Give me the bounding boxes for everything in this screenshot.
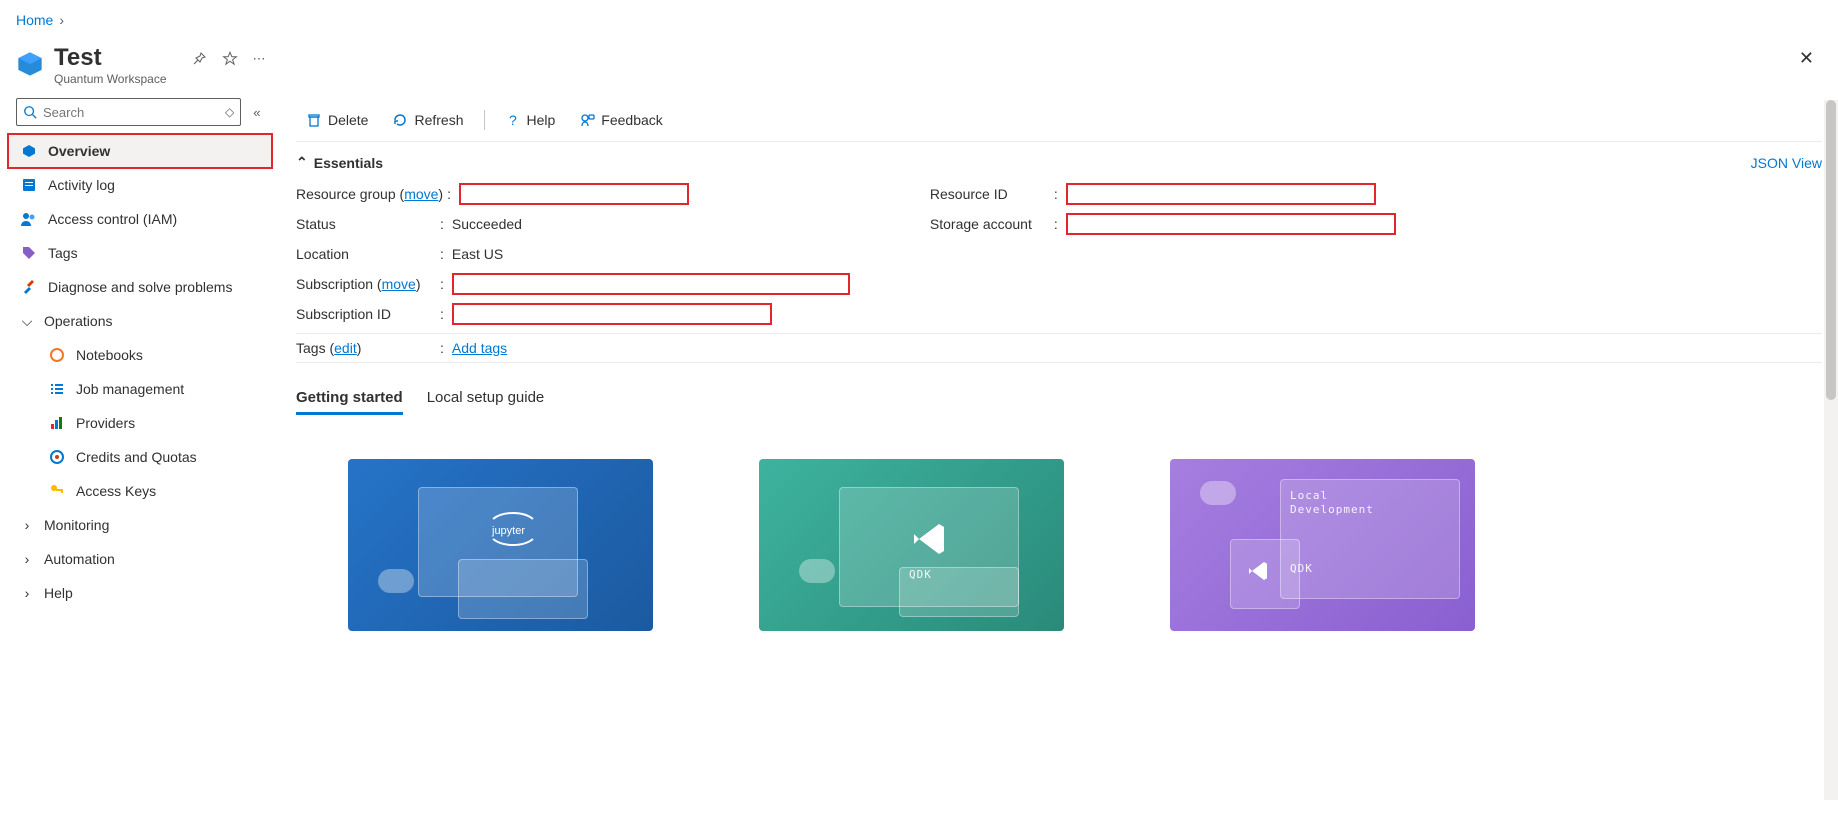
help-icon: ?: [505, 112, 521, 128]
tag-icon: [21, 245, 37, 261]
sidebar-item-access-control[interactable]: Access control (IAM): [8, 202, 272, 236]
page-title: Test: [54, 44, 167, 72]
cube-icon: [21, 143, 37, 159]
page-subtitle: Quantum Workspace: [54, 72, 167, 86]
move-resource-group-link[interactable]: move: [404, 186, 438, 202]
svg-text:jupyter: jupyter: [491, 525, 525, 537]
quantum-workspace-icon: [16, 50, 44, 78]
main-content: Delete Refresh ? Help Feedback ⌃ Essenti…: [280, 98, 1838, 647]
status-label: Status: [296, 216, 436, 232]
collapse-sidebar-button[interactable]: «: [249, 101, 264, 124]
search-icon: [23, 105, 37, 119]
resource-group-value-redacted: [459, 183, 689, 205]
sidebar-section-help[interactable]: › Help: [8, 576, 272, 610]
tab-getting-started[interactable]: Getting started: [296, 383, 403, 415]
subscription-id-value-redacted: [452, 303, 772, 325]
chevron-right-icon: ›: [20, 551, 34, 567]
star-icon[interactable]: [221, 50, 239, 68]
subscription-value-redacted: [452, 273, 850, 295]
cloud-icon: [1200, 481, 1236, 505]
jupyter-icon: [49, 347, 65, 363]
sidebar-item-access-keys[interactable]: Access Keys: [8, 474, 272, 508]
separator: [484, 110, 485, 130]
edit-tags-link[interactable]: edit: [334, 340, 357, 356]
scrollbar[interactable]: [1824, 100, 1838, 800]
tab-local-setup-guide[interactable]: Local setup guide: [427, 383, 545, 415]
people-icon: [20, 211, 38, 227]
sidebar-section-monitoring[interactable]: › Monitoring: [8, 508, 272, 542]
sidebar-section-operations[interactable]: ⌵ Operations: [8, 304, 272, 338]
sidebar-item-notebooks[interactable]: Notebooks: [8, 338, 272, 372]
card-vscode-qdk[interactable]: QDK: [759, 459, 1064, 631]
delete-button[interactable]: Delete: [296, 104, 378, 136]
sidebar-item-diagnose[interactable]: Diagnose and solve problems: [8, 270, 272, 304]
move-subscription-link[interactable]: move: [382, 276, 416, 292]
subscription-id-label: Subscription ID: [296, 306, 436, 322]
storage-account-label: Storage account: [930, 216, 1050, 232]
card-jupyter-notebooks[interactable]: jupyter: [348, 459, 653, 631]
sidebar-item-overview[interactable]: Overview: [8, 134, 272, 168]
tags-label: Tags (edit): [296, 340, 436, 356]
resource-id-label: Resource ID: [930, 186, 1050, 202]
sidebar-item-tags[interactable]: Tags: [8, 236, 272, 270]
cloud-icon: [799, 559, 835, 583]
add-tags-link[interactable]: Add tags: [452, 340, 507, 356]
json-view-link[interactable]: JSON View: [1751, 155, 1822, 171]
trash-icon: [306, 112, 322, 128]
qdk-label: QDK: [1290, 562, 1313, 575]
status-value: Succeeded: [452, 216, 522, 232]
subscription-label: Subscription (move): [296, 276, 436, 292]
close-button[interactable]: ✕: [1799, 48, 1814, 69]
tools-icon: [21, 279, 37, 295]
key-icon: [49, 483, 65, 499]
pin-icon[interactable]: [191, 51, 207, 67]
sidebar: ◇ « Overview Activity log Access control…: [0, 98, 280, 647]
qdk-label: QDK: [909, 568, 932, 581]
location-label: Location: [296, 246, 436, 262]
resource-id-value-redacted: [1066, 183, 1376, 205]
location-value: East US: [452, 246, 503, 262]
resource-group-label: Resource group (move): [296, 186, 443, 202]
essentials-toggle[interactable]: ⌃ Essentials: [296, 154, 383, 171]
chart-icon: [49, 415, 65, 431]
chevron-right-icon: ›: [59, 12, 64, 28]
chevron-down-icon: ⌵: [20, 313, 34, 330]
sidebar-item-credits[interactable]: Credits and Quotas: [8, 440, 272, 474]
storage-account-value-redacted: [1066, 213, 1396, 235]
jupyter-icon: jupyter: [478, 509, 538, 552]
list-icon: [49, 381, 65, 397]
svg-text:?: ?: [509, 112, 517, 128]
scrollbar-thumb[interactable]: [1826, 100, 1836, 400]
vscode-icon: [909, 519, 949, 562]
breadcrumb-home[interactable]: Home: [16, 12, 53, 28]
sidebar-item-job-management[interactable]: Job management: [8, 372, 272, 406]
card-local-development[interactable]: Local Development QDK: [1170, 459, 1475, 631]
refresh-button[interactable]: Refresh: [382, 104, 473, 136]
sidebar-section-automation[interactable]: › Automation: [8, 542, 272, 576]
more-icon[interactable]: ⋯: [253, 51, 266, 67]
vscode-icon: [1246, 559, 1270, 583]
search-input[interactable]: [43, 105, 219, 120]
cloud-icon: [378, 569, 414, 593]
log-icon: [21, 177, 37, 193]
search-input-wrap[interactable]: ◇: [16, 98, 241, 126]
sidebar-item-activity-log[interactable]: Activity log: [8, 168, 272, 202]
chevron-up-icon: ⌃: [296, 154, 308, 171]
sidebar-item-providers[interactable]: Providers: [8, 406, 272, 440]
breadcrumb: Home ›: [0, 0, 1838, 40]
gauge-icon: [49, 449, 65, 465]
chevron-right-icon: ›: [20, 585, 34, 601]
refresh-icon: [392, 112, 408, 128]
feedback-icon: [579, 112, 595, 128]
toolbar: Delete Refresh ? Help Feedback: [296, 98, 1822, 142]
sort-icon[interactable]: ◇: [225, 105, 234, 119]
feedback-button[interactable]: Feedback: [569, 104, 672, 136]
help-button[interactable]: ? Help: [495, 104, 566, 136]
chevron-right-icon: ›: [20, 517, 34, 533]
